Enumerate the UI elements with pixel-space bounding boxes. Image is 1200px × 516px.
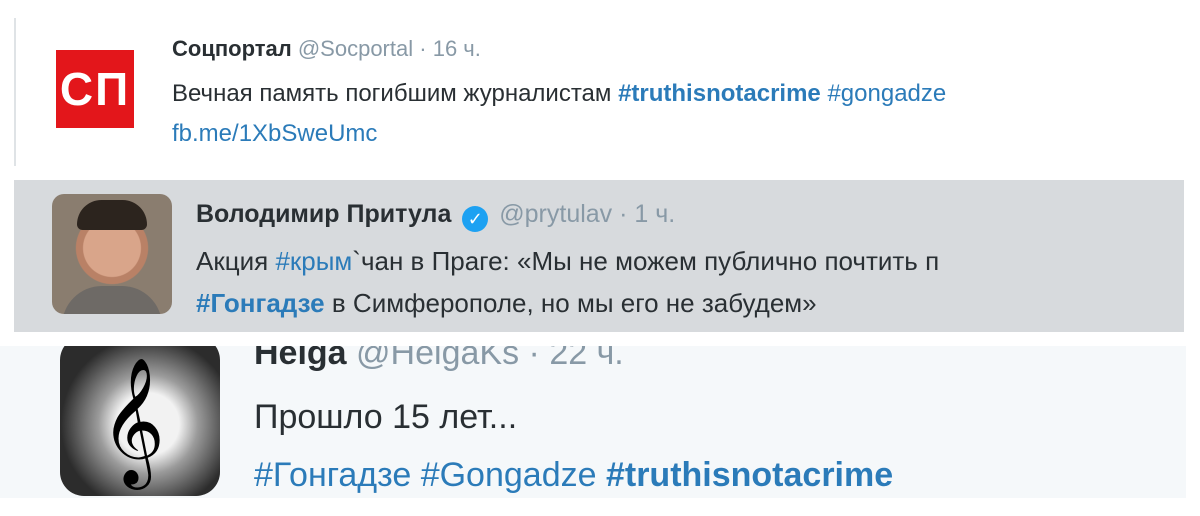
verified-check-icon: ✓ [462,206,489,232]
timestamp[interactable]: 1 ч. [634,200,675,228]
timestamp[interactable]: 22 ч. [549,346,623,372]
separator: · [619,200,628,228]
hashtag-link[interactable]: #truthisnotacrime [606,456,893,494]
author-handle[interactable]: @HelgaKs [356,346,519,372]
tweet-text-part: `чан в Праге: «Мы не можем публично почт… [352,246,940,276]
author-handle[interactable]: @prytulav [499,200,612,228]
separator: · [419,36,427,61]
author-name[interactable]: Соцпортал [172,36,292,61]
hashtag-link[interactable]: #Гонгадзе [254,456,411,494]
url-link[interactable]: fb.me/1XbSweUmc [172,120,377,147]
hashtag-link[interactable]: #Gongadze [421,456,597,494]
avatar-logo-text: СП [59,63,131,115]
timestamp[interactable]: 16 ч. [433,36,481,61]
tweet-text: Прошло 15 лет... #Гонгадзе #Gongadze #tr… [254,388,1184,498]
page-bottom-margin [0,498,1200,516]
tweet-text-plain: Прошло 15 лет... [254,398,518,436]
tweet-prytulav[interactable]: Володимир Притула ✓ @prytulav · 1 ч. Акц… [14,180,1184,332]
tweet-text-plain: Вечная память погибшим журналистам [172,80,619,107]
tweet-header: Helga @HelgaKs · 22 ч. [254,346,624,373]
prytulav-avatar[interactable] [52,194,172,314]
hashtag-link[interactable]: #крым [275,246,352,276]
tweet-header: Володимир Притула ✓ @prytulav · 1 ч. [196,200,675,232]
tweet-helga[interactable]: 𝄞 Helga @HelgaKs · 22 ч. Прошло 15 лет..… [0,346,1186,498]
tweet-text: Вечная память погибшим журналистам #trut… [172,74,1182,154]
tweet-header: Соцпортал @Socportal · 16 ч. [172,36,481,62]
tweet-text-part: Акция [196,246,276,276]
avatar-shirt [62,286,162,314]
socportal-avatar[interactable]: СП [56,50,134,128]
hashtag-link[interactable]: #truthisnotacrime [618,80,821,107]
author-handle[interactable]: @Socportal [298,36,413,61]
separator: · [528,346,540,372]
hashtag-link[interactable]: #gongadze [827,80,946,107]
tweet-text: Акция #крым`чан в Праге: «Мы не можем пу… [196,240,1184,324]
author-name[interactable]: Володимир Притула [196,200,451,228]
author-name[interactable]: Helga [254,346,347,372]
avatar-hair [77,200,147,230]
tweet-socportal[interactable]: СП Соцпортал @Socportal · 16 ч. Вечная п… [0,0,1200,170]
helga-avatar[interactable]: 𝄞 [60,346,220,496]
thread-divider [14,18,16,166]
tweet-text-part: в Симферополе, но мы его не забудем» [324,288,817,318]
hashtag-link[interactable]: #Гонгадзе [196,288,325,318]
treble-clef-eye-icon: 𝄞 [100,356,166,484]
